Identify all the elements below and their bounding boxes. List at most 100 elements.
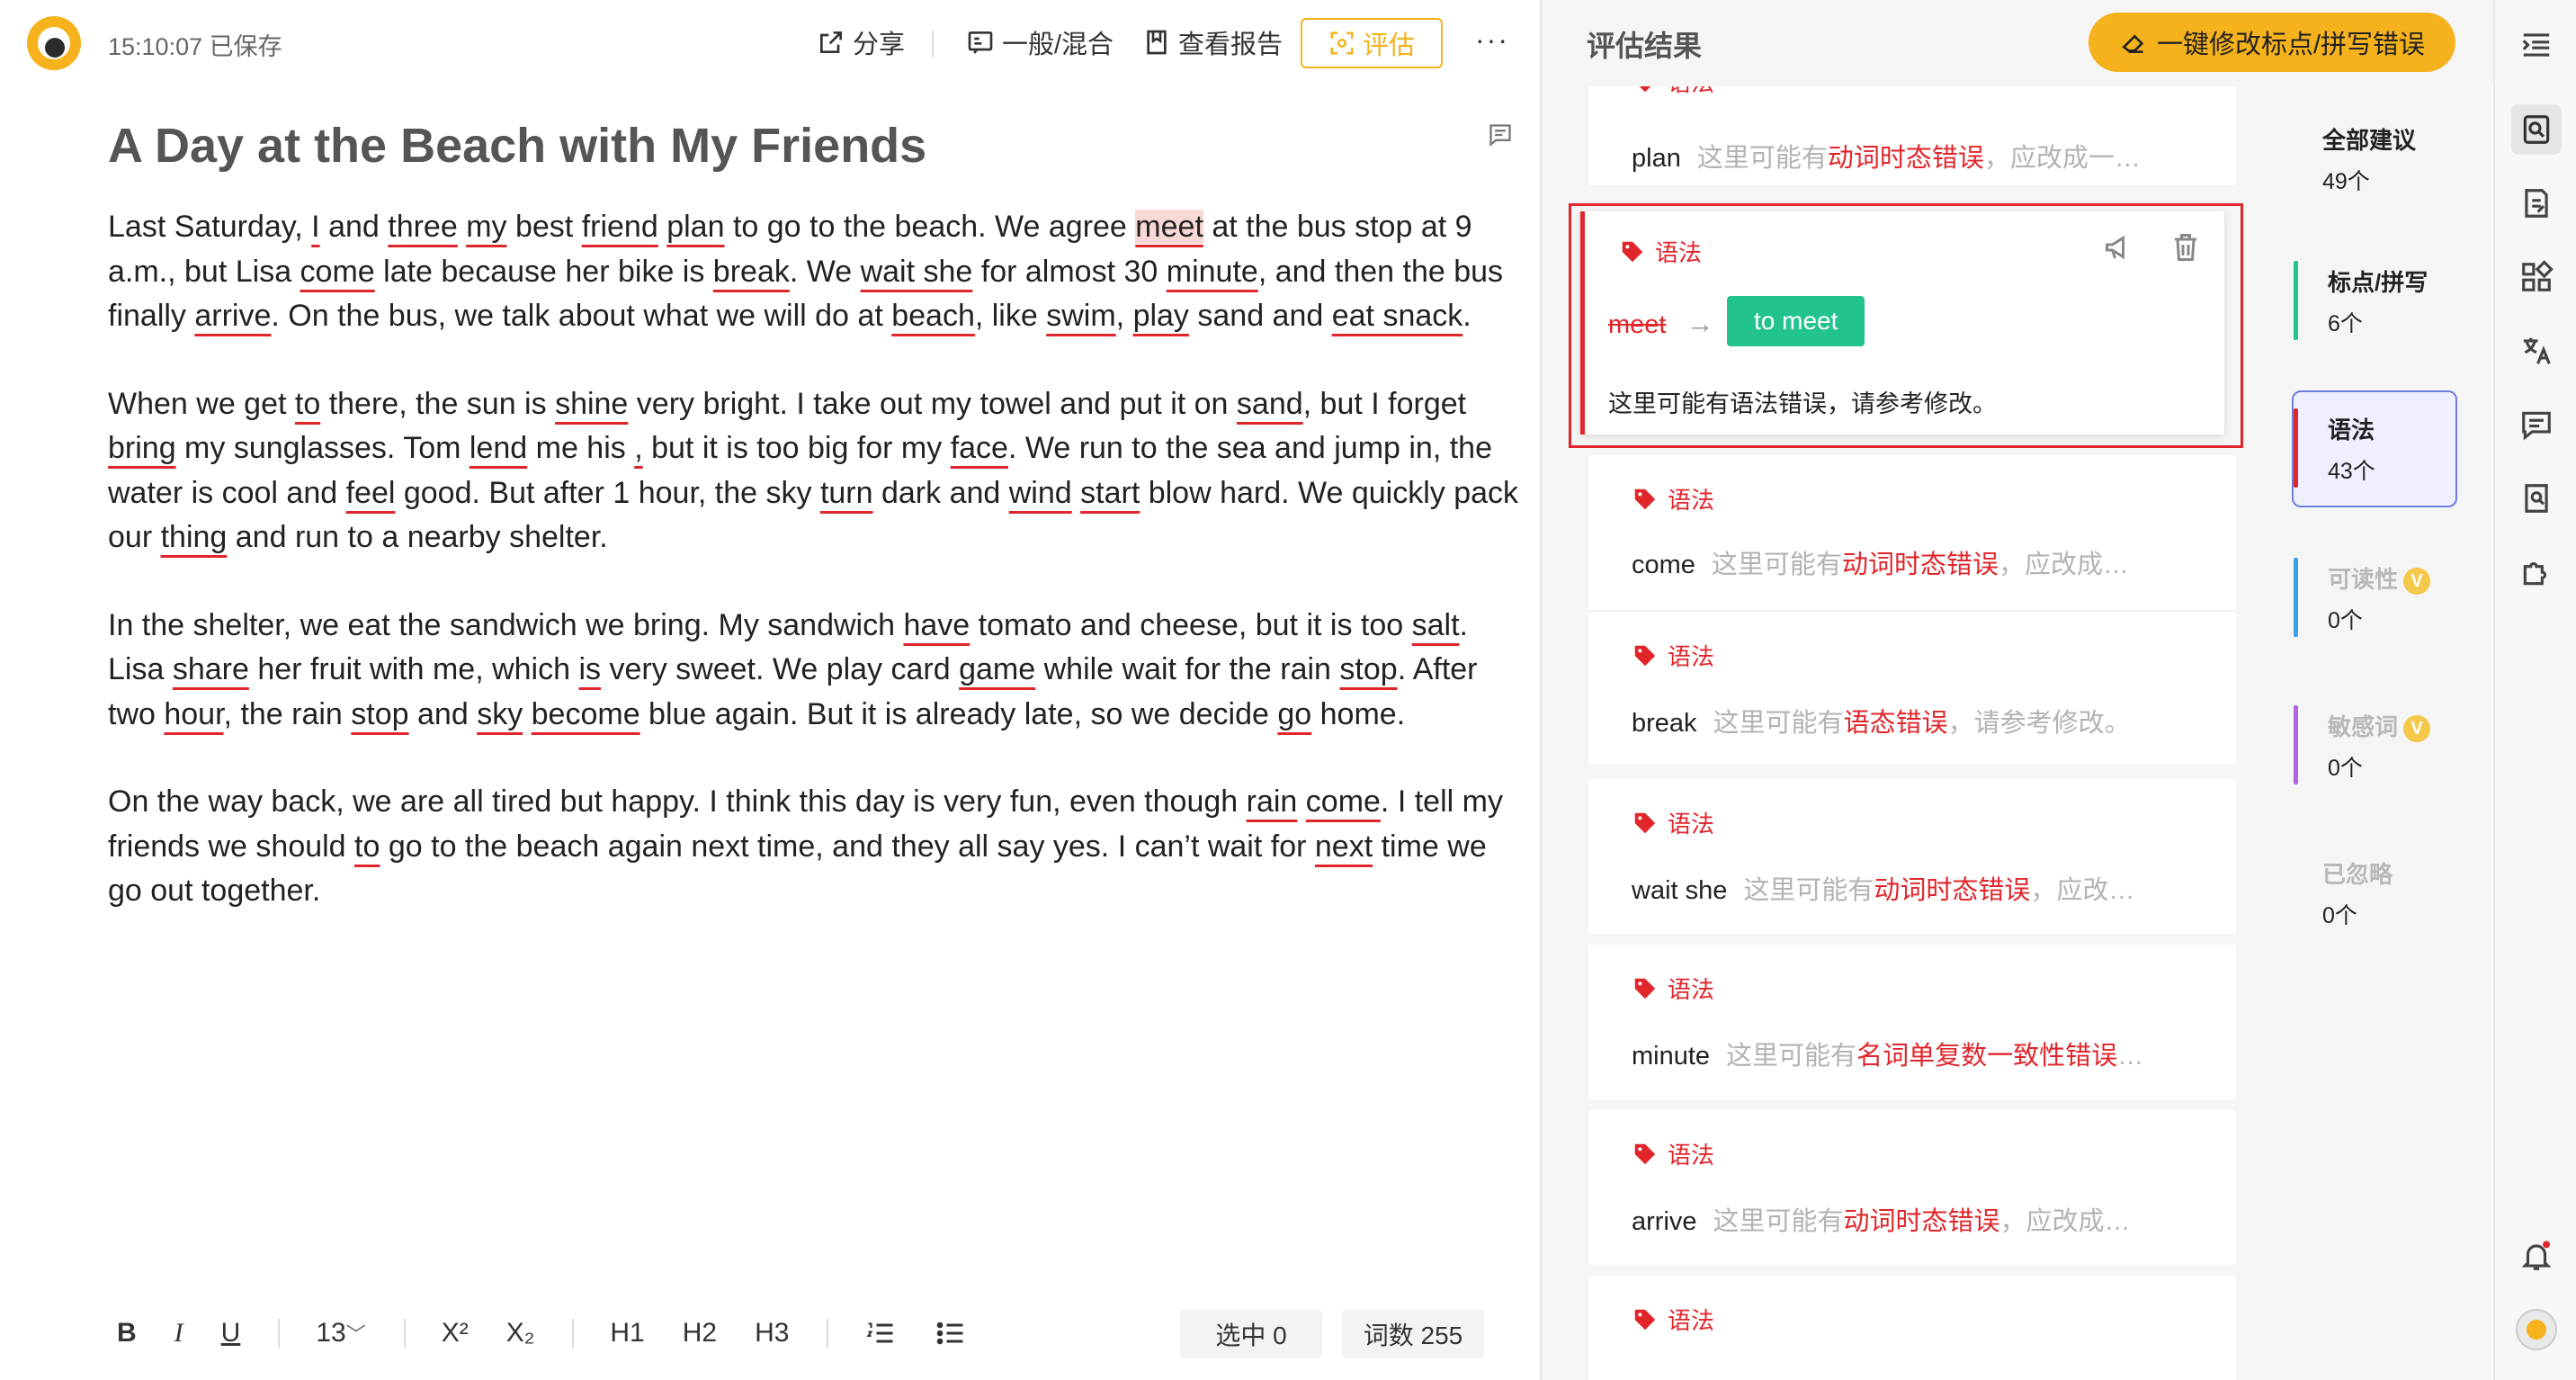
superscript-button[interactable]: X²: [442, 1318, 469, 1349]
error-highlight[interactable]: minute: [1167, 255, 1258, 289]
category-grammar[interactable]: 语法 43个: [2267, 408, 2464, 493]
error-highlight[interactable]: share: [173, 652, 249, 686]
comment-icon[interactable]: [1488, 122, 1513, 148]
one-click-fix-button[interactable]: 一键修改标点/拼写错误: [2089, 13, 2455, 72]
polish-icon[interactable]: [2511, 178, 2562, 229]
active-suggestion-card[interactable]: 语法 meet → to meet 这里可能有语法错误，请参考修改。: [1569, 203, 2243, 448]
document-paragraph[interactable]: In the shelter, we eat the sandwich we b…: [108, 604, 1520, 738]
suggestion-word: come: [1632, 551, 1695, 579]
plugin-icon[interactable]: [2511, 547, 2562, 597]
error-highlight[interactable]: plan: [666, 210, 724, 244]
evaluate-button[interactable]: 评估: [1301, 18, 1443, 68]
error-highlight[interactable]: come: [1306, 784, 1381, 819]
apply-suggestion-button[interactable]: to meet: [1727, 296, 1865, 346]
error-highlight[interactable]: wind: [1009, 476, 1072, 510]
user-avatar[interactable]: [2511, 1304, 2562, 1355]
error-highlight[interactable]: ,: [634, 431, 642, 465]
category-readability[interactable]: 可读性 V 0个: [2267, 558, 2464, 642]
error-highlight[interactable]: go: [1277, 697, 1311, 731]
bullet-list-icon[interactable]: [935, 1317, 967, 1349]
category-count: 49个: [2322, 169, 2370, 194]
tag-label: 语法: [1668, 86, 1714, 98]
error-highlight[interactable]: game: [959, 652, 1035, 686]
heading2-button[interactable]: H2: [683, 1318, 717, 1349]
error-highlight[interactable]: three: [388, 210, 458, 244]
error-highlight[interactable]: friend: [582, 210, 658, 244]
app-logo-icon[interactable]: [27, 16, 81, 70]
error-highlight[interactable]: hour: [164, 697, 223, 731]
error-highlight[interactable]: thing: [161, 520, 228, 554]
translate-icon[interactable]: [2511, 326, 2562, 376]
suggestion-card[interactable]: 语法: [1588, 1276, 2236, 1380]
mode-button[interactable]: 一般/混合: [966, 23, 1114, 61]
outline-icon[interactable]: [2511, 20, 2562, 70]
error-highlight[interactable]: arrive: [194, 299, 271, 333]
error-highlight[interactable]: swim: [1046, 299, 1115, 333]
error-highlight[interactable]: shine: [555, 387, 628, 421]
search-doc-icon[interactable]: [2511, 473, 2562, 524]
error-highlight[interactable]: to: [295, 387, 320, 421]
error-highlight[interactable]: eat snack: [1332, 299, 1463, 333]
share-button[interactable]: 分享: [817, 23, 905, 61]
category-sensitive-words[interactable]: 敏感词 V 0个: [2267, 705, 2464, 790]
report-button[interactable]: 查看报告: [1142, 23, 1283, 61]
comment-panel-icon[interactable]: [2511, 399, 2562, 450]
ordered-list-icon[interactable]: [864, 1317, 897, 1349]
document-paragraph[interactable]: When we get to there, the sun is shine v…: [108, 382, 1520, 560]
error-highlight[interactable]: wait she: [861, 255, 973, 289]
error-highlight[interactable]: become: [532, 697, 640, 731]
bold-button[interactable]: B: [117, 1318, 137, 1349]
error-highlight[interactable]: sky: [477, 697, 523, 731]
heading1-button[interactable]: H1: [610, 1318, 644, 1349]
error-highlight[interactable]: stop: [351, 697, 408, 731]
suggestion-card[interactable]: 语法 arrive 这里可能有动词时态错误，应改成…: [1588, 1110, 2236, 1265]
apps-icon[interactable]: [2511, 252, 2562, 302]
error-highlight[interactable]: beach: [891, 299, 975, 333]
more-button[interactable]: ···: [1475, 23, 1509, 57]
document-paragraph[interactable]: On the way back, we are all tired but ha…: [108, 780, 1520, 914]
error-highlight[interactable]: meet: [1135, 210, 1203, 244]
suggestion-card[interactable]: 语法 wait she 这里可能有动词时态错误，应改…: [1588, 779, 2236, 934]
heading3-button[interactable]: H3: [755, 1318, 789, 1349]
document-title[interactable]: A Day at the Beach with My Friends: [108, 110, 1520, 182]
error-highlight[interactable]: next: [1315, 829, 1373, 864]
error-highlight[interactable]: stop: [1339, 652, 1397, 686]
grammar-tag: 语法: [1632, 482, 1714, 515]
error-highlight[interactable]: break: [713, 255, 790, 289]
suggestion-card[interactable]: 语法 minute 这里可能有名词单复数一致性错误…: [1588, 945, 2236, 1099]
document-body[interactable]: Last Saturday, I and three my best frien…: [108, 205, 1520, 914]
error-highlight[interactable]: I: [311, 210, 319, 244]
suggestion-card[interactable]: 语法 come 这里可能有动词时态错误，应改成…: [1588, 455, 2236, 610]
error-highlight[interactable]: face: [951, 431, 1008, 465]
megaphone-icon[interactable]: [2103, 231, 2135, 264]
error-highlight[interactable]: sand: [1237, 387, 1303, 421]
category-all[interactable]: 全部建议 49个: [2267, 122, 2464, 194]
error-highlight[interactable]: play: [1133, 299, 1189, 333]
document-text: late because her bike is: [374, 254, 713, 289]
category-ignored[interactable]: 已忽略 0个: [2267, 856, 2464, 937]
error-highlight[interactable]: bring: [108, 431, 176, 465]
error-highlight[interactable]: my: [466, 210, 506, 244]
error-highlight[interactable]: come: [300, 255, 375, 289]
error-highlight[interactable]: to: [354, 829, 380, 864]
error-highlight[interactable]: is: [578, 652, 601, 686]
error-highlight[interactable]: salt: [1412, 608, 1460, 642]
notification-bell-icon[interactable]: [2511, 1231, 2562, 1281]
trash-icon[interactable]: [2169, 231, 2202, 264]
error-highlight[interactable]: have: [903, 608, 970, 642]
subscript-button[interactable]: X₂: [506, 1318, 535, 1349]
review-icon[interactable]: [2511, 104, 2562, 155]
underline-button[interactable]: U: [221, 1318, 241, 1349]
error-highlight[interactable]: feel: [346, 476, 396, 510]
suggestion-card[interactable]: 语法 plan 这里可能有动词时态错误，应改成一…: [1588, 86, 2236, 185]
error-highlight[interactable]: start: [1080, 476, 1140, 510]
editor-pane: 15:10:07 已保存 分享 一般/混合 查看报告 评估 ··· A Day …: [0, 0, 1538, 1380]
error-highlight[interactable]: turn: [820, 476, 873, 510]
italic-button[interactable]: I: [174, 1318, 183, 1349]
suggestion-card[interactable]: 语法 break 这里可能有语态错误，请参考修改。: [1588, 610, 2236, 765]
font-size-select[interactable]: 13﹀: [316, 1318, 365, 1349]
category-punctuation-spelling[interactable]: 标点/拼写 6个: [2267, 261, 2464, 345]
document-paragraph[interactable]: Last Saturday, I and three my best frien…: [108, 205, 1520, 339]
error-highlight[interactable]: lend: [470, 431, 527, 465]
error-highlight[interactable]: rain: [1247, 784, 1298, 819]
